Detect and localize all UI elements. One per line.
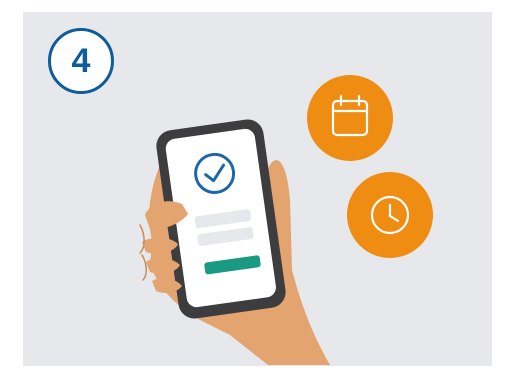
- hand-crease: [139, 224, 147, 281]
- clock-badge: [347, 172, 433, 258]
- illustration: [139, 75, 433, 365]
- calendar-badge: [307, 75, 393, 161]
- illustration-stage: 4: [0, 0, 513, 376]
